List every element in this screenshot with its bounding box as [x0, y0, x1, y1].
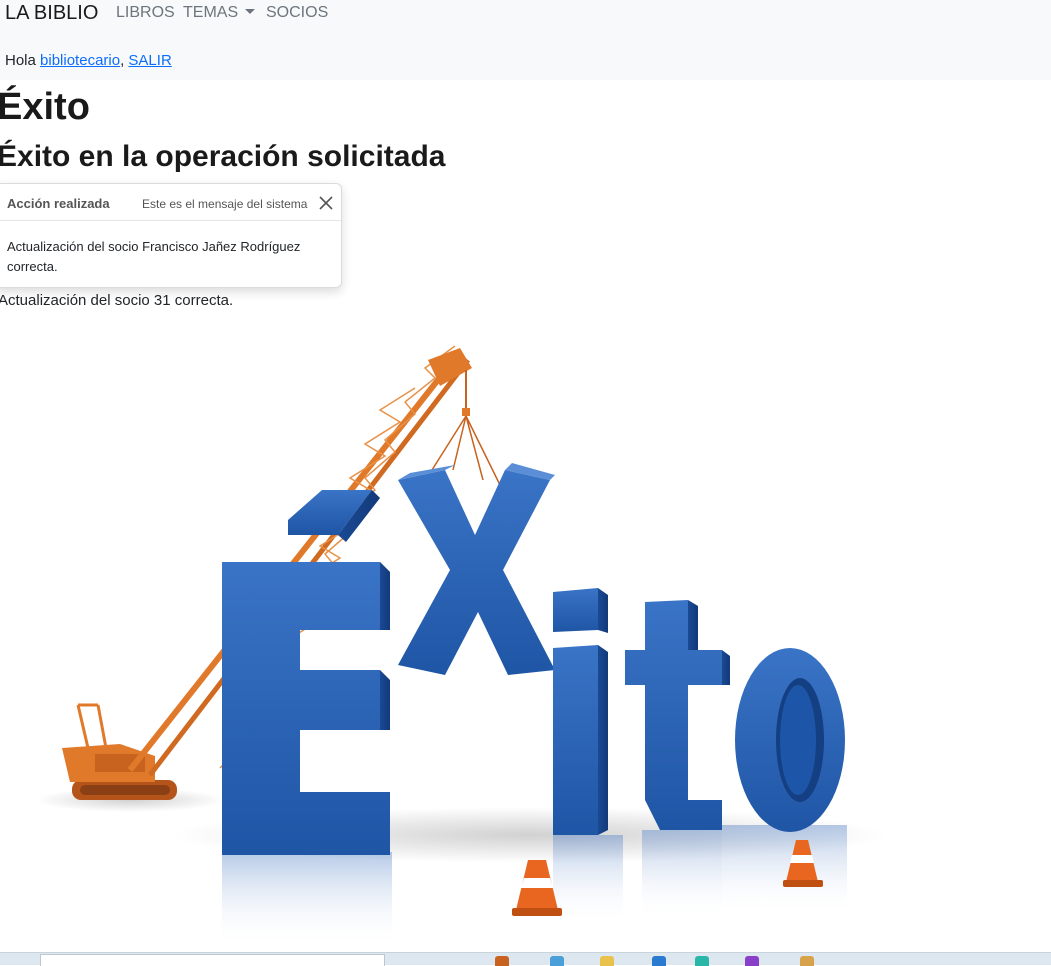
- navbar: LA BIBLIO LIBROS TEMAS SOCIOS Hola bibli…: [0, 0, 1051, 80]
- os-taskbar: [0, 952, 1051, 966]
- letter-x: [398, 463, 555, 675]
- status-message: Actualización del socio 31 correcta.: [0, 292, 234, 309]
- taskbar-search[interactable]: [40, 954, 385, 966]
- toast-header: Acción realizada Este es el mensaje del …: [0, 184, 341, 221]
- letter-i: [553, 588, 608, 835]
- toast-title: Acción realizada: [7, 196, 110, 211]
- greeting-text: Hola: [5, 52, 41, 69]
- brand-link[interactable]: LA BIBLIO: [5, 2, 98, 25]
- letter-t: [625, 600, 730, 830]
- close-icon[interactable]: [317, 194, 335, 212]
- username-link[interactable]: bibliotecario: [40, 52, 120, 69]
- nav-item-temas-label: TEMAS: [183, 4, 239, 21]
- caret-down-icon: [245, 9, 256, 14]
- nav-item-temas[interactable]: TEMAS: [183, 4, 256, 22]
- nav-item-libros[interactable]: LIBROS: [116, 4, 175, 22]
- system-toast: Acción realizada Este es el mensaje del …: [0, 183, 342, 288]
- user-greeting: Hola bibliotecario, SALIR: [5, 52, 172, 69]
- nav-item-socios[interactable]: SOCIOS: [266, 4, 328, 22]
- letter-o: [735, 648, 845, 832]
- toast-subtitle: Este es el mensaje del sistema: [142, 197, 308, 211]
- page-title: Éxito: [0, 86, 90, 128]
- page-subtitle: Éxito en la operación solicitada: [0, 140, 446, 173]
- logout-link[interactable]: SALIR: [128, 52, 171, 69]
- success-illustration: [35, 345, 890, 947]
- toast-body: Actualización del socio Francisco Jañez …: [7, 239, 301, 274]
